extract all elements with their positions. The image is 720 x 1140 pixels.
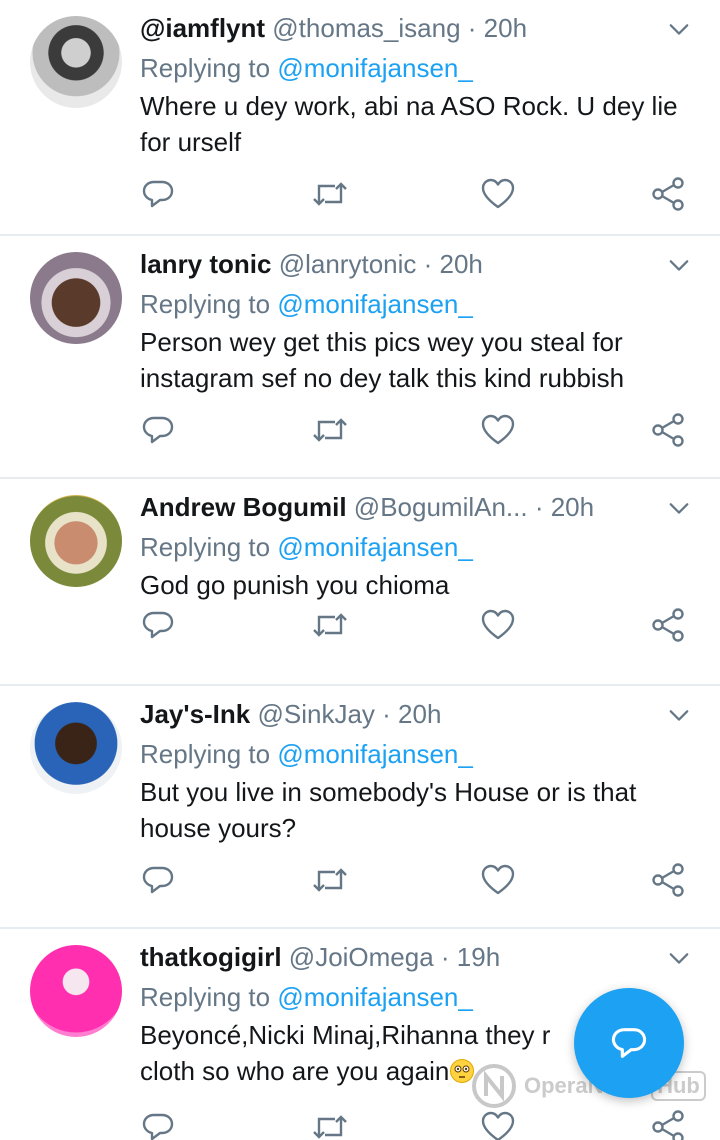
display-name[interactable]: thatkogigirl [140, 942, 282, 972]
chevron-down-icon[interactable] [668, 704, 690, 726]
reply-icon [142, 416, 174, 444]
reply-icon [142, 611, 174, 639]
reply-icon [142, 866, 174, 894]
tweet-actions [140, 607, 700, 651]
replying-to: Replying to @monifajansen_ [140, 736, 473, 772]
reply-button[interactable] [140, 412, 184, 456]
heart-icon [481, 864, 515, 895]
replying-to: Replying to @monifajansen_ [140, 50, 473, 86]
replying-label: Replying to [140, 532, 271, 562]
retweet-icon [313, 182, 347, 206]
tweet-text: But you live in somebody's House or is t… [140, 777, 637, 843]
compose-reply-icon [611, 1028, 647, 1058]
heart-icon [481, 178, 515, 209]
chevron-down-icon[interactable] [668, 254, 690, 276]
reply-icon [142, 180, 174, 208]
like-button[interactable] [480, 862, 524, 906]
retweet-icon [313, 1115, 347, 1139]
retweet-button[interactable] [310, 862, 354, 906]
tweet[interactable]: Andrew Bogumil @BogumilAn... · 20h Reply… [0, 479, 720, 686]
mention-link[interactable]: @monifajansen_ [277, 53, 473, 83]
avatar[interactable] [30, 252, 122, 344]
replying-label: Replying to [140, 739, 271, 769]
share-button[interactable] [650, 607, 694, 651]
tweet[interactable]: Jay's-Ink @SinkJay · 20h Replying to @mo… [0, 686, 720, 929]
chevron-down-icon[interactable] [668, 947, 690, 969]
replying-to: Replying to @monifajansen_ [140, 979, 473, 1015]
retweet-button[interactable] [310, 1109, 354, 1140]
share-icon [652, 413, 684, 447]
display-name[interactable]: Andrew Bogumil [140, 492, 347, 522]
tweet-text-segment: cloth so who are you again [140, 1056, 450, 1086]
avatar[interactable] [30, 702, 122, 794]
mention-link[interactable]: @monifajansen_ [277, 532, 473, 562]
retweet-icon [313, 613, 347, 637]
replying-to: Replying to @monifajansen_ [140, 529, 473, 565]
replying-to: Replying to @monifajansen_ [140, 286, 473, 322]
display-name[interactable]: lanry tonic [140, 249, 271, 279]
tweet-actions [140, 176, 700, 220]
share-button[interactable] [650, 862, 694, 906]
chevron-down-icon[interactable] [668, 18, 690, 40]
tweet-header: lanry tonic @lanrytonic · 20h [140, 246, 680, 282]
share-icon [652, 1110, 684, 1140]
chevron-down-icon[interactable] [668, 497, 690, 519]
like-button[interactable] [480, 1109, 524, 1140]
operanews-logo-icon [472, 1064, 516, 1108]
tweet-header: Jay's-Ink @SinkJay · 20h [140, 696, 680, 732]
tweet-header: @iamflynt @thomas_isang · 20h [140, 10, 680, 46]
share-icon [652, 863, 684, 897]
share-button[interactable] [650, 1109, 694, 1140]
like-button[interactable] [480, 607, 524, 651]
avatar[interactable] [30, 945, 122, 1037]
handle-and-time: @JoiOmega · 19h [288, 942, 501, 972]
handle-and-time: @BogumilAn... · 20h [353, 492, 595, 522]
tweet-actions [140, 1109, 700, 1140]
tweet[interactable]: lanry tonic @lanrytonic · 20h Replying t… [0, 236, 720, 479]
tweet-text: Where u dey work, abi na ASO Rock. U dey… [140, 91, 678, 157]
share-button[interactable] [650, 412, 694, 456]
retweet-icon [313, 868, 347, 892]
handle-and-time: @lanrytonic · 20h [278, 249, 483, 279]
replying-label: Replying to [140, 53, 271, 83]
mention-link[interactable]: @monifajansen_ [277, 289, 473, 319]
heart-icon [481, 609, 515, 640]
reply-button[interactable] [140, 607, 184, 651]
retweet-icon [313, 418, 347, 442]
reply-icon [142, 1113, 174, 1140]
handle-and-time: @SinkJay · 20h [257, 699, 442, 729]
reply-button[interactable] [140, 1109, 184, 1140]
retweet-button[interactable] [310, 412, 354, 456]
avatar[interactable] [30, 495, 122, 587]
display-name[interactable]: Jay's-Ink [140, 699, 250, 729]
reply-button[interactable] [140, 862, 184, 906]
tweet-header: thatkogigirl @JoiOmega · 19h [140, 939, 680, 975]
retweet-button[interactable] [310, 176, 354, 220]
handle-and-time: @thomas_isang · 20h [272, 13, 528, 43]
like-button[interactable] [480, 176, 524, 220]
share-icon [652, 177, 684, 211]
share-button[interactable] [650, 176, 694, 220]
tweet[interactable]: @iamflynt @thomas_isang · 20h Replying t… [0, 0, 720, 236]
tweet-actions [140, 412, 700, 456]
replying-label: Replying to [140, 982, 271, 1012]
heart-icon [481, 414, 515, 445]
mention-link[interactable]: @monifajansen_ [277, 982, 473, 1012]
mention-link[interactable]: @monifajansen_ [277, 739, 473, 769]
display-name[interactable]: @iamflynt [140, 13, 265, 43]
replying-label: Replying to [140, 289, 271, 319]
compose-reply-button[interactable] [574, 988, 684, 1098]
retweet-button[interactable] [310, 607, 354, 651]
share-icon [652, 608, 684, 642]
tweet-header: Andrew Bogumil @BogumilAn... · 20h [140, 489, 680, 525]
like-button[interactable] [480, 412, 524, 456]
avatar[interactable] [30, 16, 122, 108]
tweet-text: Person wey get this pics wey you steal f… [140, 327, 625, 393]
heart-icon [481, 1111, 515, 1140]
tweet-actions [140, 862, 700, 906]
tweet-text: God go punish you chioma [140, 570, 450, 600]
reply-feed: @iamflynt @thomas_isang · 20h Replying t… [0, 0, 720, 1140]
reply-button[interactable] [140, 176, 184, 220]
